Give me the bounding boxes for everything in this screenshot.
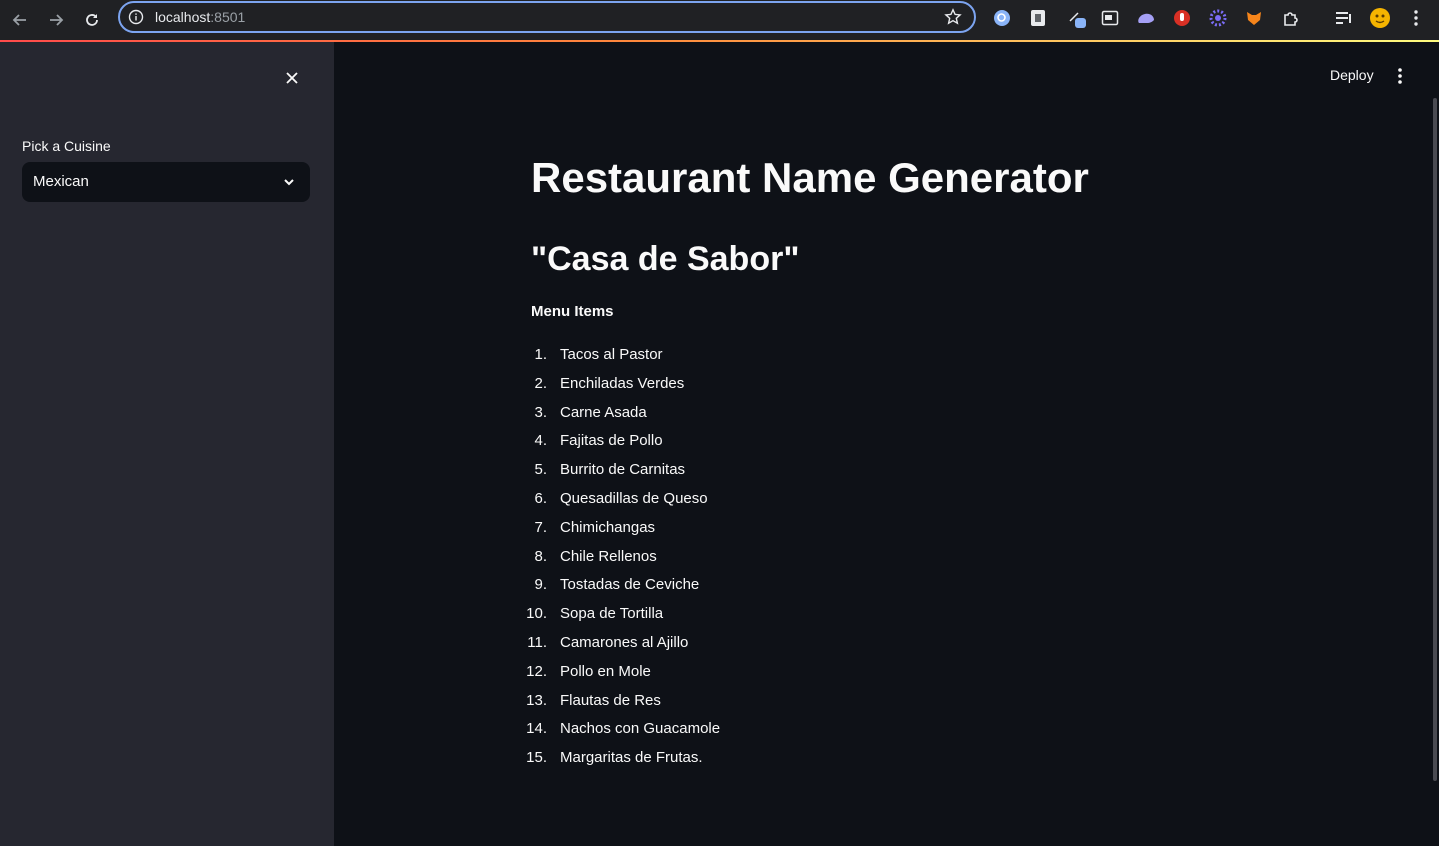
list-item: 9. Tostadas de Ceviche	[520, 576, 720, 605]
menu-heading: Menu Items	[531, 303, 614, 320]
list-item: 3. Carne Asada	[520, 404, 720, 433]
page-title: Restaurant Name Generator	[531, 154, 1089, 201]
item-label: Chile Rellenos	[560, 547, 657, 565]
restaurant-name: "Casa de Sabor"	[531, 240, 800, 278]
menu-list: 1. Tacos al Pastor 2. Enchiladas Verdes 3.…	[520, 346, 720, 778]
puzzle-icon[interactable]	[1280, 7, 1302, 29]
site-info-icon[interactable]	[128, 9, 144, 30]
item-label: Carne Asada	[560, 403, 647, 421]
item-number: 15.	[526, 749, 547, 767]
item-label: Tacos al Pastor	[560, 346, 663, 363]
list-item: 12. Pollo en Mole	[520, 663, 720, 692]
list-item: 6. Quesadillas de Queso	[520, 490, 720, 519]
bookmark-star-icon[interactable]	[944, 8, 962, 31]
back-arrow-icon[interactable]	[6, 6, 34, 34]
item-number: 5.	[534, 461, 547, 479]
fox-extension-icon[interactable]	[1243, 7, 1265, 29]
list-item: 11. Camarones al Ajillo	[520, 634, 720, 663]
list-item: 8. Chile Rellenos	[520, 548, 720, 577]
cuisine-select[interactable]: Mexican	[22, 162, 310, 202]
list-item: 1. Tacos al Pastor	[520, 346, 720, 375]
item-label: Camarones al Ajillo	[560, 633, 689, 651]
pen-extension-icon[interactable]	[1066, 7, 1088, 29]
item-label: Fajitas de Pollo	[560, 432, 663, 450]
item-label: Sopa de Tortilla	[560, 605, 664, 623]
item-label: Tostadas de Ceviche	[560, 576, 700, 594]
main-menu-icon[interactable]	[1392, 66, 1408, 86]
item-number: 7.	[534, 518, 547, 536]
list-item: 15. Margaritas de Frutas.	[520, 749, 720, 778]
item-number: 1.	[534, 346, 547, 363]
item-label: Flautas de Res	[560, 691, 661, 709]
search-extension-icon[interactable]	[991, 7, 1013, 29]
item-label: Chimichangas	[560, 518, 656, 536]
list-item: 4. Fajitas de Pollo	[520, 432, 720, 461]
sidebar: Pick a Cuisine Mexican	[0, 42, 334, 846]
item-label: Nachos con Guacamole	[560, 720, 721, 738]
item-number: 14.	[526, 720, 547, 738]
item-number: 11.	[527, 633, 547, 651]
red-extension-icon[interactable]	[1171, 7, 1193, 29]
url-text[interactable]: localhost:8501	[155, 9, 245, 25]
item-label: Margaritas de Frutas.	[560, 749, 703, 767]
address-bar[interactable]: localhost:8501	[118, 1, 976, 33]
item-number: 9.	[534, 576, 547, 594]
item-label: Enchiladas Verdes	[560, 374, 685, 392]
close-icon[interactable]	[282, 68, 302, 88]
item-number: 4.	[534, 432, 547, 450]
reload-icon[interactable]	[78, 6, 106, 34]
profile-avatar[interactable]	[1369, 7, 1391, 29]
url-host: localhost	[155, 9, 211, 25]
window-extension-icon[interactable]	[1099, 7, 1121, 29]
item-number: 13.	[526, 691, 547, 709]
list-item: 7. Chimichangas	[520, 519, 720, 548]
list-item: 14. Nachos con Guacamole	[520, 720, 720, 749]
gear-extension-icon[interactable]	[1207, 7, 1229, 29]
docs-extension-icon[interactable]	[1027, 7, 1049, 29]
deploy-button[interactable]: Deploy	[1330, 67, 1374, 83]
item-label: Pollo en Mole	[560, 662, 651, 680]
chevron-down-icon	[282, 175, 296, 194]
list-item: 2. Enchiladas Verdes	[520, 375, 720, 404]
item-number: 2.	[534, 374, 547, 392]
item-label: Quesadillas de Queso	[560, 489, 708, 507]
item-number: 8.	[534, 547, 547, 565]
url-port: :8501	[210, 9, 246, 25]
item-number: 6.	[534, 489, 547, 507]
browser-toolbar: localhost:8501	[0, 0, 1439, 40]
forward-arrow-icon[interactable]	[42, 6, 70, 34]
playlist-icon[interactable]	[1333, 7, 1355, 29]
item-number: 3.	[534, 403, 547, 421]
list-item: 5. Burrito de Carnitas	[520, 461, 720, 490]
cuisine-select-label: Pick a Cuisine	[22, 138, 111, 154]
cuisine-select-value: Mexican	[33, 173, 89, 190]
item-number: 12.	[526, 662, 547, 680]
browser-menu-icon[interactable]	[1405, 7, 1427, 29]
list-item: 13. Flautas de Res	[520, 692, 720, 721]
item-number: 10.	[526, 605, 547, 623]
list-item: 10. Sopa de Tortilla	[520, 605, 720, 634]
main-content: Deploy Restaurant Name Generator "Casa d…	[334, 42, 1439, 846]
item-label: Burrito de Carnitas	[560, 461, 686, 479]
cloud-extension-icon[interactable]	[1135, 7, 1157, 29]
scrollbar[interactable]	[1433, 98, 1437, 781]
